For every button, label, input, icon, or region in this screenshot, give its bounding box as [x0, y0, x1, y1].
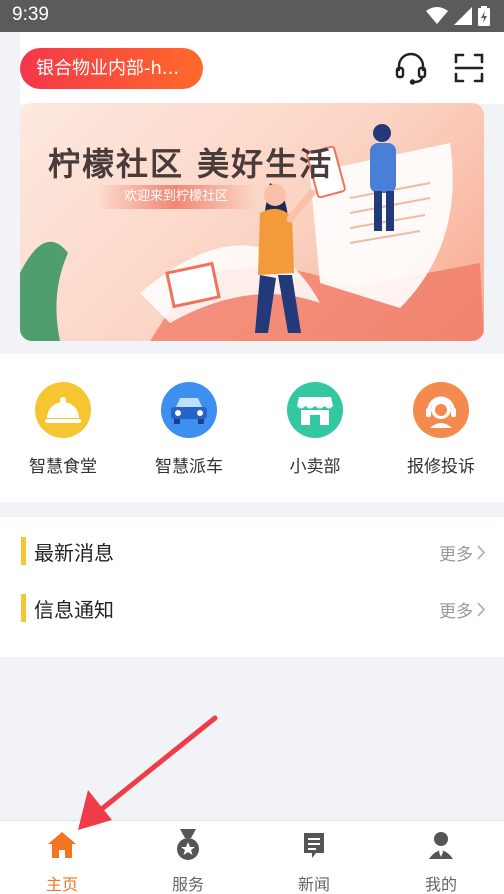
car-icon: [161, 382, 217, 438]
banner-subtitle: 欢迎来到柠檬社区: [96, 185, 256, 209]
tab-label: 服务: [171, 875, 204, 894]
tab-label: 新闻: [297, 875, 330, 894]
more-label: 更多: [439, 602, 473, 622]
promo-banner[interactable]: 柠檬社区 美好生活 欢迎来到柠檬社区: [20, 103, 484, 341]
news-title: 最新消息: [34, 541, 114, 565]
wifi-icon: [426, 7, 448, 24]
quick-action-dispatch-car[interactable]: 智慧派车: [134, 382, 244, 477]
chevron-right-icon: [477, 602, 486, 617]
quick-action-label: 智慧食堂: [29, 457, 97, 477]
news-row-notice[interactable]: 信息通知 更多: [0, 574, 504, 630]
tab-news[interactable]: 新闻: [274, 829, 354, 894]
cloche-icon: [35, 382, 91, 438]
tab-home[interactable]: 主页: [22, 829, 102, 894]
chevron-right-icon: [477, 545, 486, 560]
scan-icon[interactable]: [449, 48, 489, 88]
banner-title: 柠檬社区 美好生活: [48, 145, 334, 183]
quick-action-label: 智慧派车: [155, 457, 223, 477]
quick-action-label: 报修投诉: [407, 457, 475, 477]
tab-label: 主页: [45, 875, 78, 894]
news-accent-bar: [21, 594, 26, 622]
headset-icon[interactable]: [391, 48, 431, 88]
location-selector-button[interactable]: 银合物业内部-h...: [20, 48, 203, 89]
news-more-link[interactable]: 更多: [439, 597, 486, 622]
news-title: 信息通知: [34, 598, 114, 622]
status-time: 9:39: [12, 4, 49, 25]
customer-service-icon: [413, 382, 469, 438]
location-label: 银合物业内部-h...: [36, 58, 180, 79]
quick-action-repair-complaint[interactable]: 报修投诉: [386, 382, 496, 477]
news-accent-bar: [21, 537, 26, 565]
status-icons: [426, 6, 490, 26]
bottom-tab-bar: 主页 服务 新闻 我的: [0, 820, 504, 894]
news-section: 最新消息 更多 信息通知 更多: [0, 517, 504, 657]
more-label: 更多: [439, 545, 473, 565]
tab-mine[interactable]: 我的: [401, 829, 481, 894]
status-bar: 9:39: [0, 0, 504, 32]
quick-action-canteen[interactable]: 智慧食堂: [8, 382, 118, 477]
signal-icon: [454, 7, 472, 25]
quick-action-label: 小卖部: [289, 457, 341, 477]
news-row-latest[interactable]: 最新消息 更多: [0, 517, 504, 573]
tab-label: 我的: [424, 875, 457, 894]
medal-icon: [148, 829, 228, 861]
quick-action-shop[interactable]: 小卖部: [260, 382, 370, 477]
person-icon: [401, 829, 481, 861]
news-more-link[interactable]: 更多: [439, 540, 486, 565]
tab-service[interactable]: 服务: [148, 829, 228, 894]
quick-actions: 智慧食堂 智慧派车 小卖部 报修投诉: [0, 354, 504, 502]
battery-icon: [478, 6, 490, 26]
shop-icon: [287, 382, 343, 438]
home-icon: [22, 829, 102, 861]
news-icon: [274, 829, 354, 861]
